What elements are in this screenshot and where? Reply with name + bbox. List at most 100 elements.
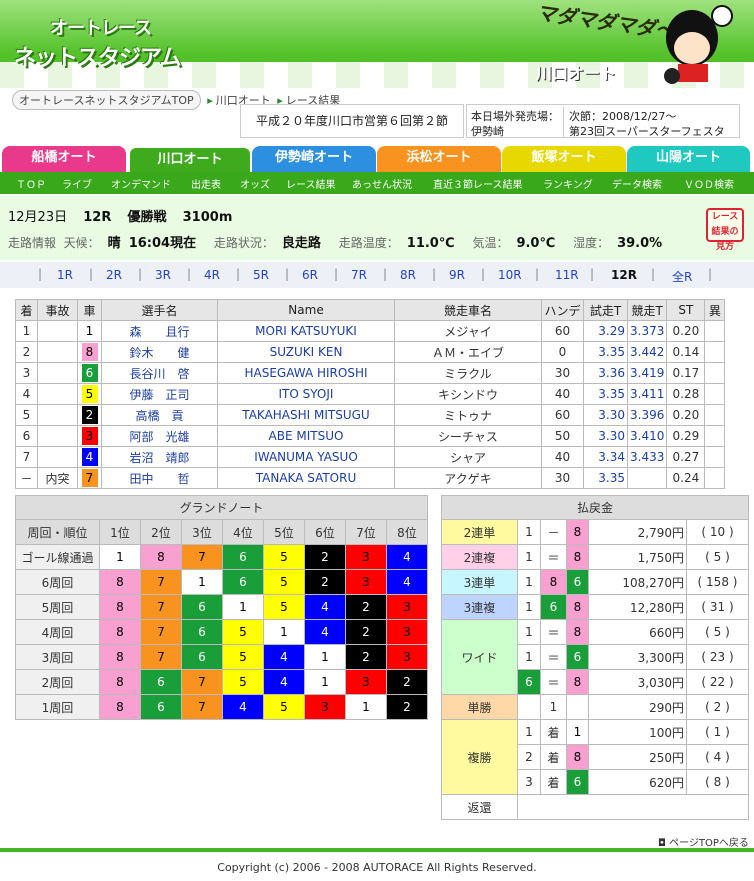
payout-amount: 12,280円 bbox=[588, 594, 687, 620]
popularity: ( 31 ) bbox=[686, 594, 749, 620]
race-link-5[interactable]: 5R bbox=[253, 268, 269, 282]
start-timing: 0.24 bbox=[666, 467, 706, 489]
rider-name[interactable]: 鈴木 健 bbox=[101, 341, 218, 363]
lap-label: 2周回 bbox=[15, 669, 100, 695]
race-link-12-current: 12R bbox=[611, 268, 637, 282]
race-link-all[interactable]: 全R bbox=[672, 268, 692, 285]
start-timing: 0.27 bbox=[666, 446, 706, 468]
race-link-6[interactable]: 6R bbox=[302, 268, 318, 282]
subnav-data-search[interactable]: データ検索 bbox=[612, 176, 662, 191]
page-top-link[interactable]: ◘ ページTOPへ戻る bbox=[658, 834, 749, 849]
tab-hamamatsu[interactable]: 浜松オート bbox=[377, 146, 501, 172]
car-number: 7 bbox=[81, 469, 98, 487]
combo-c: 6 bbox=[566, 769, 589, 795]
tab-isesaki[interactable]: 伊勢崎オート bbox=[252, 146, 376, 172]
rider-name-en[interactable]: HASEGAWA HIROSHI bbox=[217, 362, 395, 384]
race-link-8[interactable]: 8R bbox=[400, 268, 416, 282]
lap-car-cell: 5 bbox=[222, 644, 264, 670]
handicap: 50 bbox=[541, 425, 584, 447]
tab-funabashi[interactable]: 船橋オート bbox=[2, 146, 126, 172]
trial-time: 3.35 bbox=[583, 341, 628, 363]
tab-iizuka[interactable]: 飯塚オート bbox=[502, 146, 626, 172]
rider-name[interactable]: 高橋 貢 bbox=[101, 404, 218, 426]
rider-name-en[interactable]: TAKAHASHI MITSUGU bbox=[217, 404, 395, 426]
combo-a: 1 bbox=[517, 544, 541, 570]
combo-c: 6 bbox=[566, 644, 589, 670]
divider: | bbox=[708, 267, 713, 281]
results-guide-button[interactable]: レース結果の見方 bbox=[706, 208, 744, 252]
subnav-ranking[interactable]: ランキング bbox=[543, 176, 593, 191]
rider-name[interactable]: 阿部 光雄 bbox=[101, 425, 218, 447]
subnav-assignment[interactable]: あっせん状況 bbox=[352, 176, 412, 191]
combo-b: 6 bbox=[540, 594, 567, 620]
rider-name[interactable]: 森 且行 bbox=[101, 320, 218, 342]
subnav-vod-search[interactable]: ＶＯＤ検索 bbox=[684, 176, 734, 191]
race-link-11[interactable]: 11R bbox=[555, 268, 579, 282]
start-timing: 0.17 bbox=[666, 362, 706, 384]
rider-name[interactable]: 長谷川 啓 bbox=[101, 362, 218, 384]
lap-row: 6周回 8 7 1 6 5 2 3 4 bbox=[15, 569, 428, 595]
rider-name[interactable]: 田中 哲 bbox=[101, 467, 218, 489]
lap-car-cell: 4 bbox=[304, 594, 346, 620]
tab-kawaguchi[interactable]: 川口オート bbox=[128, 146, 252, 172]
accident bbox=[37, 362, 78, 384]
copyright: Copyright (c) 2006 - 2008 AUTORACE All R… bbox=[217, 861, 537, 874]
rider-name-en[interactable]: SUZUKI KEN bbox=[217, 341, 395, 363]
rider-name-en[interactable]: IWANUMA YASUO bbox=[217, 446, 395, 468]
payout-row: 単勝 1 290円( 2 ) bbox=[441, 694, 749, 720]
race-link-1[interactable]: 1R bbox=[57, 268, 73, 282]
lap-label: 3周回 bbox=[15, 644, 100, 670]
start-timing: 0.14 bbox=[666, 341, 706, 363]
race-link-3[interactable]: 3R bbox=[155, 268, 171, 282]
lap-car-cell: 5 bbox=[263, 544, 305, 570]
rider-name[interactable]: 岩沼 靖郎 bbox=[101, 446, 218, 468]
site-logo[interactable]: オートレース ネットスタジアム bbox=[14, 14, 181, 72]
lap-car-cell: 6 bbox=[222, 569, 264, 595]
race-distance: 3100m bbox=[182, 210, 233, 225]
subnav-results[interactable]: レース結果 bbox=[286, 176, 336, 191]
lap-car-cell: 7 bbox=[140, 644, 182, 670]
subnav-ondemand[interactable]: オンデマンド bbox=[111, 176, 171, 191]
lap-car-cell: 3 bbox=[386, 619, 428, 645]
lap-car-cell: 2 bbox=[304, 569, 346, 595]
start-timing: 0.29 bbox=[666, 425, 706, 447]
lap-car-cell: 2 bbox=[386, 669, 428, 695]
handicap: 30 bbox=[541, 362, 584, 384]
finish-position: 5 bbox=[15, 404, 38, 426]
lap-car-cell: 3 bbox=[345, 669, 387, 695]
car-number: 8 bbox=[81, 343, 98, 361]
race-link-9[interactable]: 9R bbox=[449, 268, 465, 282]
subnav-odds[interactable]: オッズ bbox=[240, 176, 270, 191]
payout-table: 払戻金 2連単 1 － 8 2,790円( 10 ) 2連複 1 ＝ 8 1,750円( 5 ) 3… bbox=[441, 495, 749, 820]
grand-note-header: 周回・順位 1位 2位 3位 4位 5位 6位 7位 8位 bbox=[15, 519, 428, 545]
table-row: 5 2 高橋 貢 TAKAHASHI MITSUGU ミトゥナ 60 3.30 3.396 0.… bbox=[15, 404, 726, 426]
race-link-2[interactable]: 2R bbox=[106, 268, 122, 282]
lap-car-cell: 1 bbox=[181, 569, 223, 595]
car-number: 6 bbox=[81, 364, 98, 382]
rider-name-en[interactable]: MORI KATSUYUKI bbox=[217, 320, 395, 342]
track-conditions: 走路情報 天候：晴 16:04現在 走路状況： 良走路 走路温度： 11.0℃ 気温：… bbox=[8, 236, 663, 251]
rider-name-en[interactable]: TANAKA SATORU bbox=[217, 467, 395, 489]
popularity: ( 10 ) bbox=[686, 519, 749, 545]
accident bbox=[37, 320, 78, 342]
combo-c: 6 bbox=[566, 569, 589, 595]
race-link-7[interactable]: 7R bbox=[351, 268, 367, 282]
subnav-top[interactable]: ＴＯＰ bbox=[16, 176, 46, 191]
race-link-4[interactable]: 4R bbox=[204, 268, 220, 282]
race-time: 3.410 bbox=[626, 425, 668, 447]
race-time: 3.442 bbox=[626, 341, 668, 363]
rider-name-en[interactable]: ABE MITSUO bbox=[217, 425, 395, 447]
breadcrumb-home[interactable]: オートレースネットスタジアムTOP bbox=[12, 90, 201, 110]
bike-name: シーチャス bbox=[394, 425, 542, 447]
race-link-10[interactable]: 10R bbox=[498, 268, 522, 282]
subnav-entries[interactable]: 出走表 bbox=[191, 176, 221, 191]
combo-b: － bbox=[540, 519, 567, 545]
bet-type: 返還 bbox=[441, 794, 518, 820]
tab-sanyo[interactable]: 山陽オート bbox=[627, 146, 750, 172]
irregular bbox=[704, 383, 726, 405]
rider-name[interactable]: 伊藤 正司 bbox=[101, 383, 218, 405]
subnav-live[interactable]: ライブ bbox=[62, 176, 92, 191]
results-header-row: 着 事故 車 選手名 Name 競走車名 ハンデ 試走T 競走T ST 異 bbox=[15, 299, 726, 321]
subnav-recent-results[interactable]: 直近３節レース結果 bbox=[433, 176, 523, 191]
rider-name-en[interactable]: ITO SYOJI bbox=[217, 383, 395, 405]
